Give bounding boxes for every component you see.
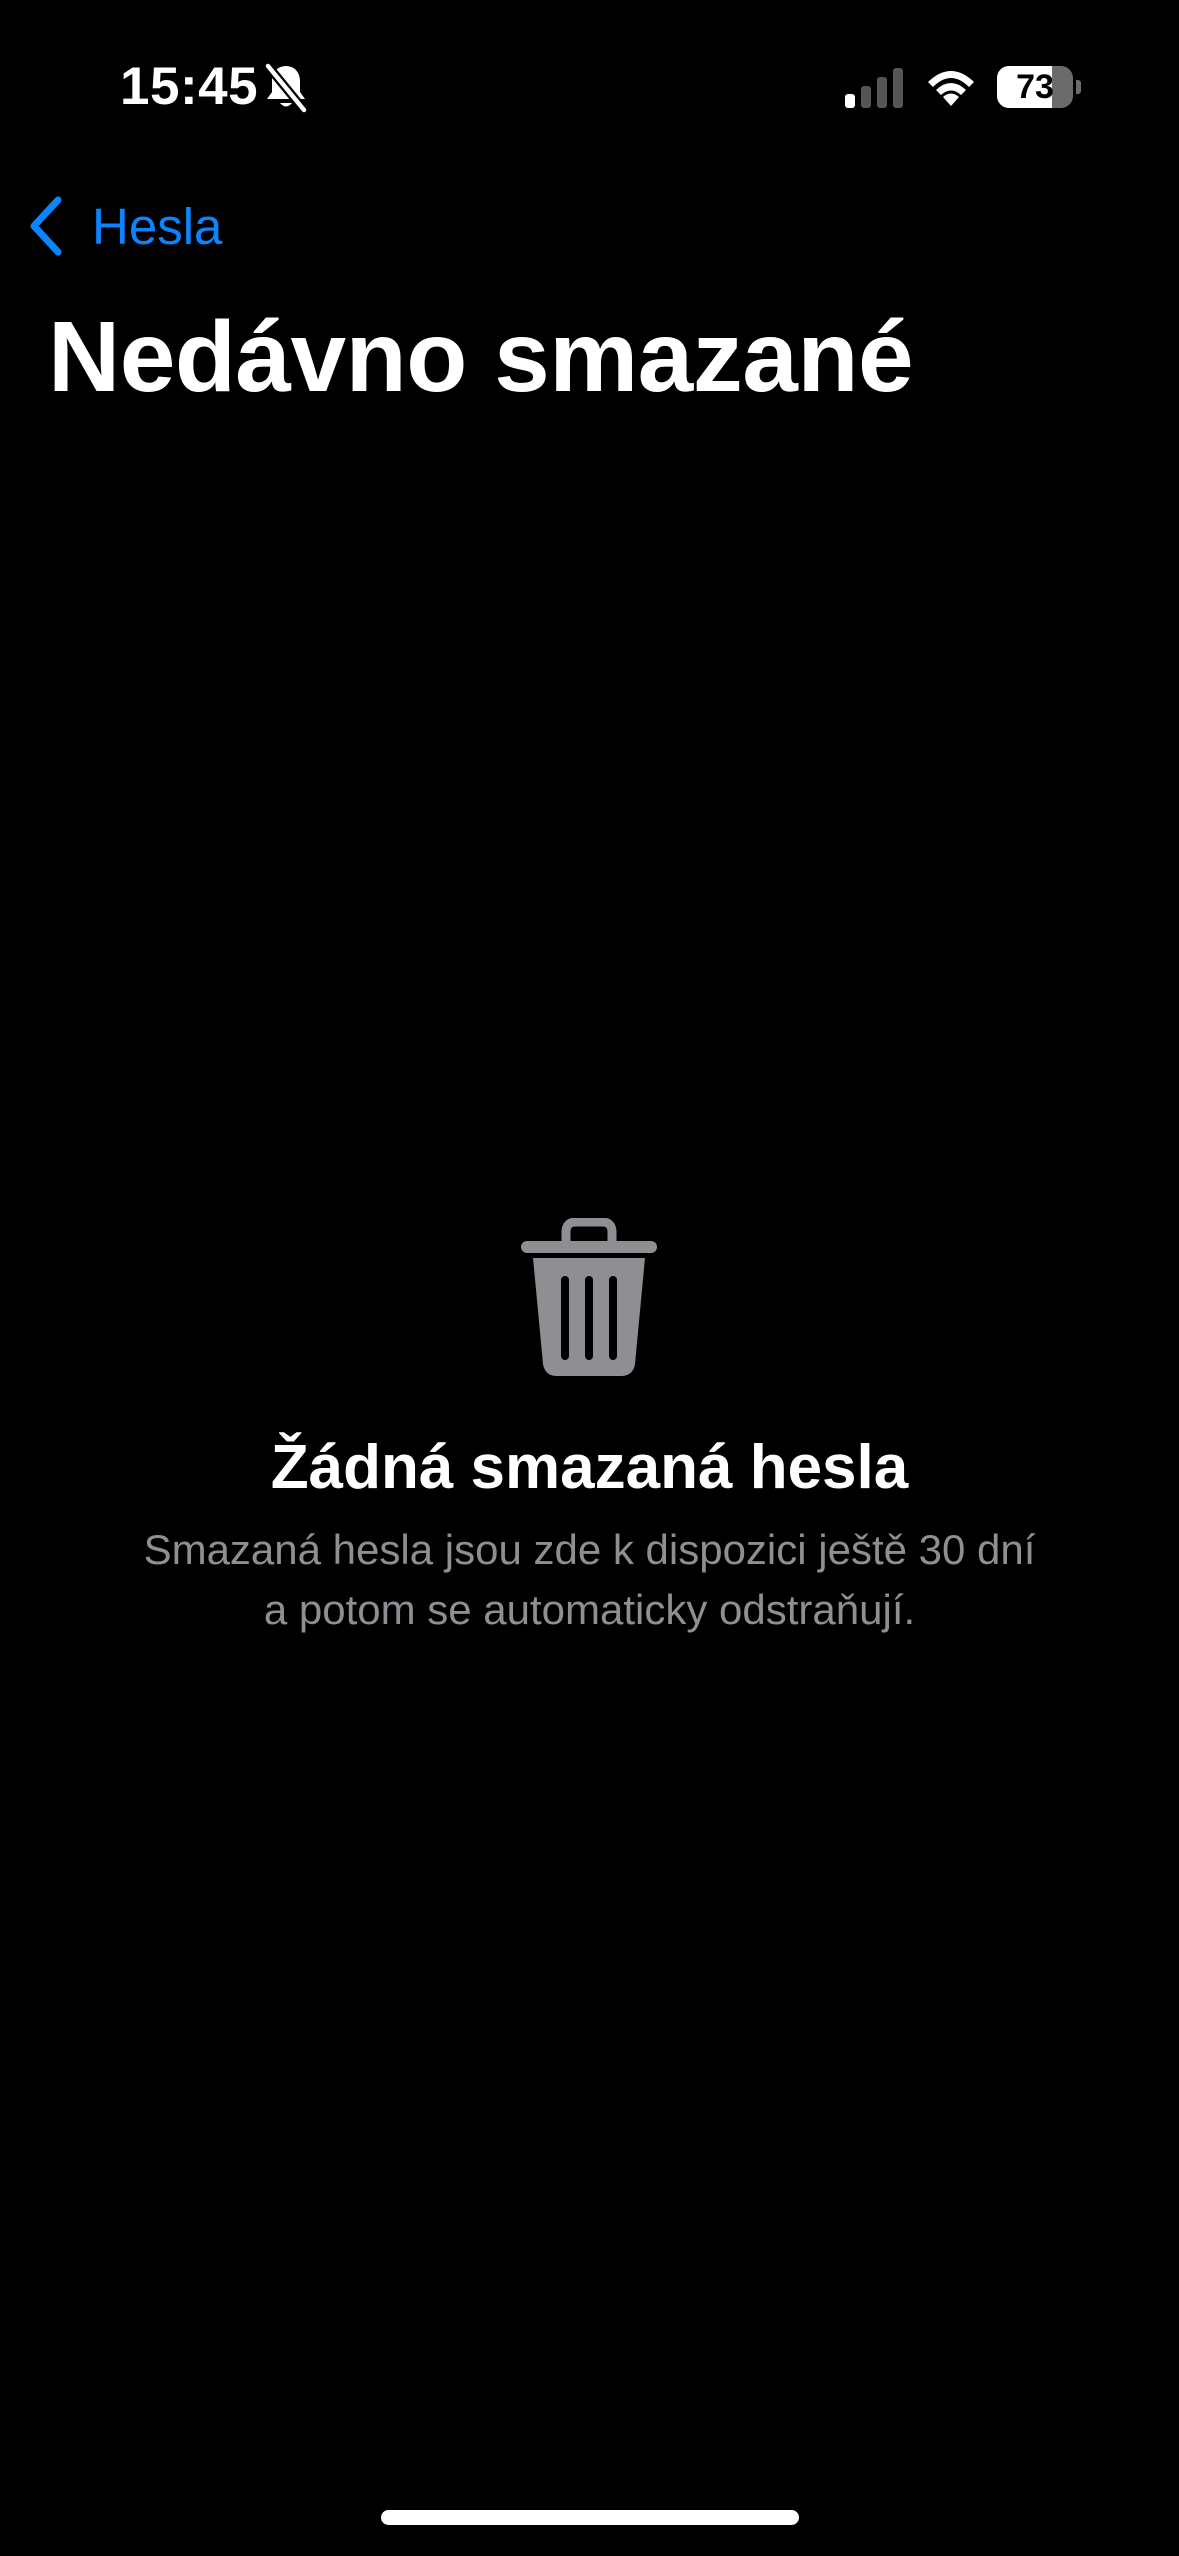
page-title: Nedávno smazané: [48, 301, 914, 413]
back-button[interactable]: Hesla: [24, 190, 222, 262]
empty-state-description: Smazaná hesla jsou zde k dispozici ještě…: [80, 1520, 1099, 1640]
empty-state-description-line-1: Smazaná hesla jsou zde k dispozici ještě…: [143, 1526, 1036, 1573]
chevron-left-icon: [30, 196, 62, 256]
home-indicator[interactable]: [381, 2510, 799, 2525]
status-bar: 15:45 73: [0, 0, 1179, 150]
trash-icon: [521, 1218, 657, 1376]
empty-state-description-line-2: a potom se automaticky odstraňují.: [263, 1586, 916, 1633]
empty-state-title: Žádná smazaná hesla: [270, 1433, 909, 1502]
wifi-icon: [928, 71, 974, 106]
back-button-label: Hesla: [92, 197, 223, 255]
battery-level: 73: [1016, 68, 1054, 106]
battery-cap: [1076, 80, 1081, 94]
status-time: 15:45: [120, 57, 259, 116]
cellular-signal-icon: [845, 68, 903, 108]
battery-icon: 73: [997, 66, 1081, 108]
bell-slash-icon: [263, 62, 309, 114]
battery-body: 73: [997, 66, 1073, 108]
